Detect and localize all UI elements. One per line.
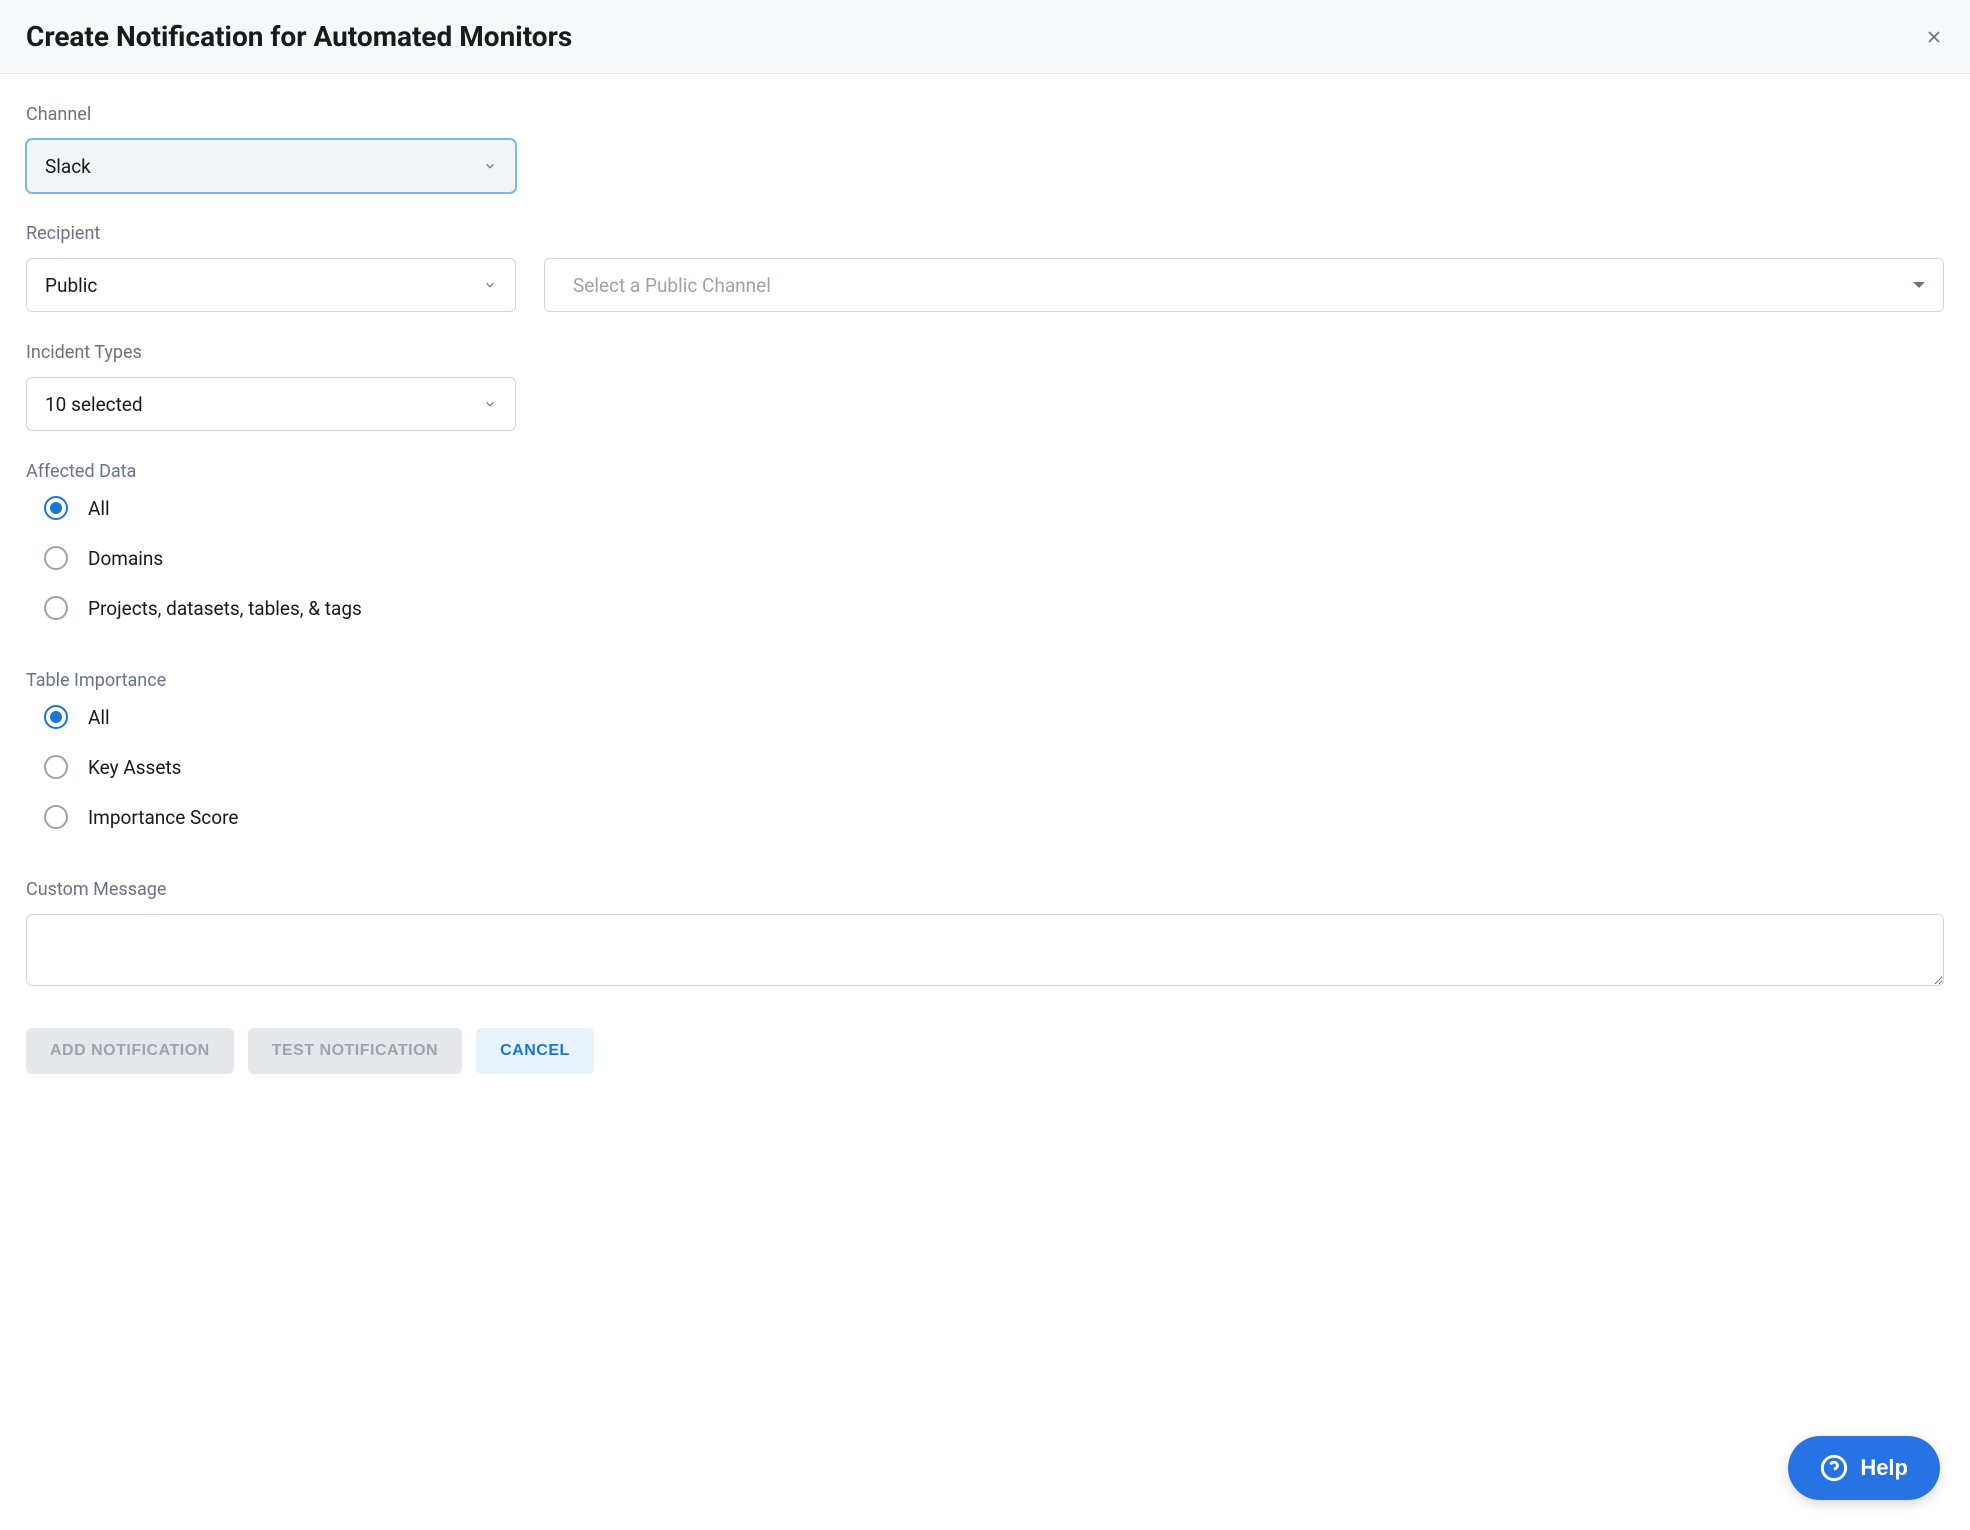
radio-label: Projects, datasets, tables, & tags <box>88 597 362 620</box>
recipient-visibility-value: Public <box>45 274 97 297</box>
chevron-down-icon <box>483 278 497 292</box>
radio-icon <box>44 596 68 620</box>
custom-message-input[interactable] <box>26 914 1944 986</box>
help-button[interactable]: Help <box>1788 1436 1940 1500</box>
chevron-down-icon <box>483 397 497 411</box>
table-importance-group: Table Importance All Key Assets Importan… <box>26 670 1944 829</box>
radio-label: Key Assets <box>88 756 181 779</box>
recipient-channel-select[interactable]: Select a Public Channel <box>544 258 1944 312</box>
incident-types-label: Incident Types <box>26 342 1944 363</box>
incident-types-group: Incident Types 10 selected <box>26 342 1944 431</box>
custom-message-label: Custom Message <box>26 879 1944 900</box>
close-icon[interactable] <box>1924 27 1944 47</box>
channel-select[interactable]: Slack <box>26 139 516 193</box>
radio-icon <box>44 755 68 779</box>
radio-label: All <box>88 706 110 729</box>
add-notification-button[interactable]: ADD NOTIFICATION <box>26 1028 234 1074</box>
radio-icon <box>44 705 68 729</box>
channel-label: Channel <box>26 104 1944 125</box>
channel-group: Channel Slack <box>26 104 1944 193</box>
radio-label: Importance Score <box>88 806 238 829</box>
table-importance-option-all[interactable]: All <box>44 705 1944 729</box>
table-importance-option-key-assets[interactable]: Key Assets <box>44 755 1944 779</box>
radio-icon <box>44 805 68 829</box>
channel-value: Slack <box>45 155 91 178</box>
help-icon <box>1820 1454 1848 1482</box>
cancel-button[interactable]: CANCEL <box>476 1028 594 1074</box>
dropdown-icon <box>1913 282 1925 288</box>
affected-data-label: Affected Data <box>26 461 1944 482</box>
custom-message-group: Custom Message <box>26 879 1944 990</box>
modal-header: Create Notification for Automated Monito… <box>0 0 1970 74</box>
affected-data-option-domains[interactable]: Domains <box>44 546 1944 570</box>
affected-data-option-all[interactable]: All <box>44 496 1944 520</box>
test-notification-button[interactable]: TEST NOTIFICATION <box>248 1028 462 1074</box>
chevron-down-icon <box>483 159 497 173</box>
recipient-visibility-select[interactable]: Public <box>26 258 516 312</box>
radio-icon <box>44 546 68 570</box>
table-importance-option-score[interactable]: Importance Score <box>44 805 1944 829</box>
radio-label: All <box>88 497 110 520</box>
recipient-channel-placeholder: Select a Public Channel <box>573 274 771 297</box>
affected-data-option-projects[interactable]: Projects, datasets, tables, & tags <box>44 596 1944 620</box>
radio-label: Domains <box>88 547 163 570</box>
recipient-label: Recipient <box>26 223 1944 244</box>
modal-footer: ADD NOTIFICATION TEST NOTIFICATION CANCE… <box>0 1028 1970 1100</box>
recipient-group: Recipient Public Select a Public Channel <box>26 223 1944 312</box>
affected-data-group: Affected Data All Domains Projects, data… <box>26 461 1944 620</box>
help-label: Help <box>1860 1455 1908 1481</box>
incident-types-select[interactable]: 10 selected <box>26 377 516 431</box>
table-importance-label: Table Importance <box>26 670 1944 691</box>
affected-data-radio-group: All Domains Projects, datasets, tables, … <box>26 496 1944 620</box>
modal-body: Channel Slack Recipient Public <box>0 74 1970 1028</box>
modal-title: Create Notification for Automated Monito… <box>26 20 572 53</box>
table-importance-radio-group: All Key Assets Importance Score <box>26 705 1944 829</box>
radio-icon <box>44 496 68 520</box>
incident-types-value: 10 selected <box>45 393 143 416</box>
